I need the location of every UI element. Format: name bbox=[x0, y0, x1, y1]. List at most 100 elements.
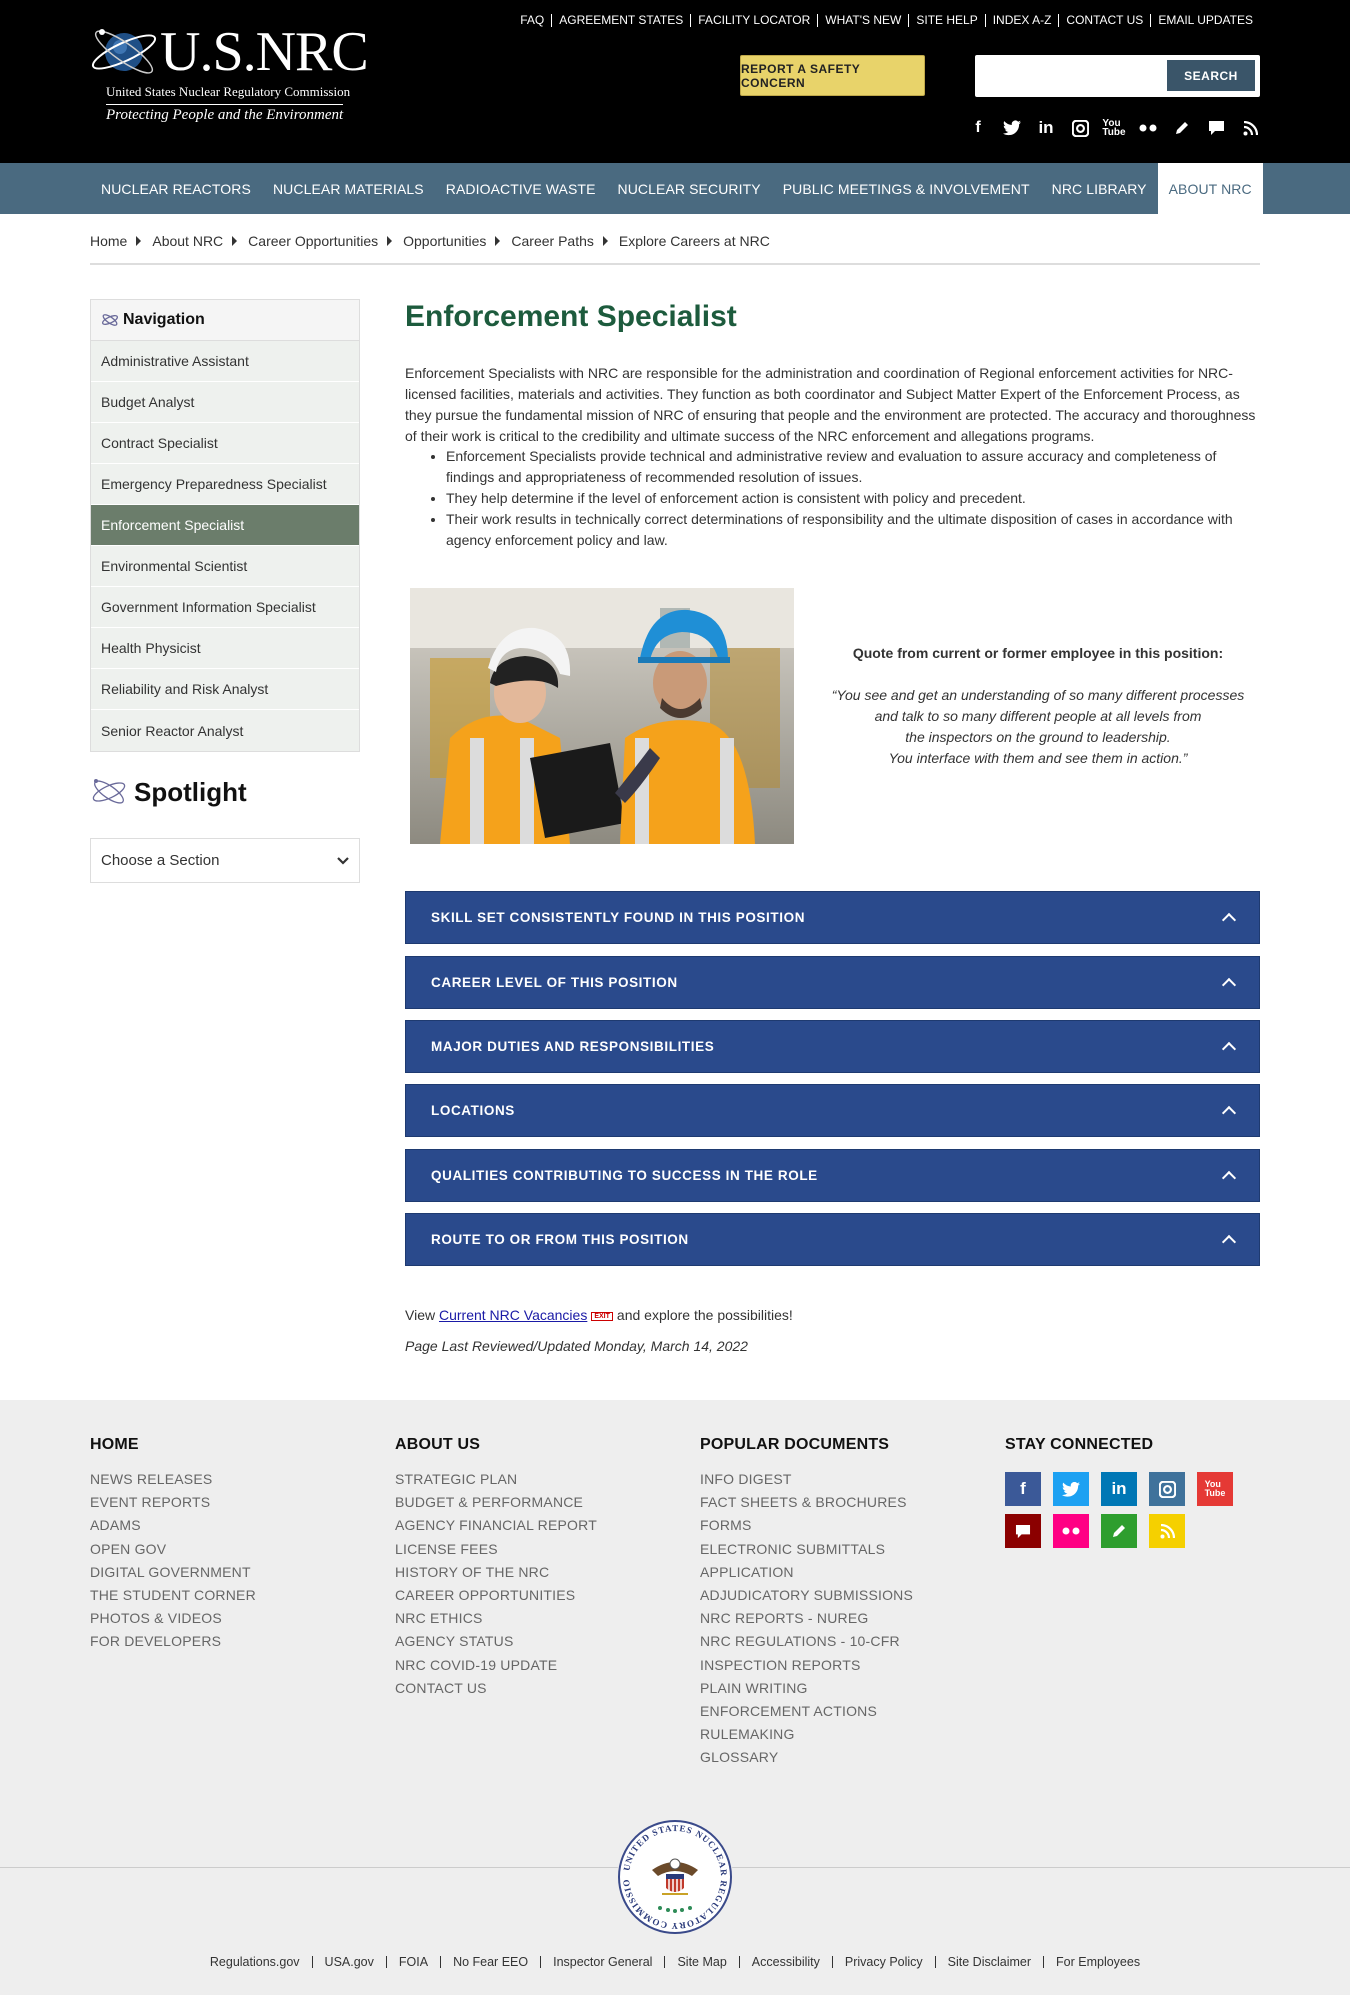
nav-about-nrc[interactable]: ABOUT NRC bbox=[1157, 163, 1263, 214]
accordion-locations[interactable]: LOCATIONS bbox=[405, 1084, 1260, 1137]
footer-link[interactable]: GLOSSARY bbox=[700, 1746, 913, 1769]
sidebar-item-enforcement-specialist[interactable]: Enforcement Specialist bbox=[91, 505, 359, 546]
breadcrumb-career-paths[interactable]: Career Paths bbox=[511, 233, 593, 249]
footer-bottom-link[interactable]: Inspector General bbox=[540, 1956, 664, 1968]
breadcrumb-about-nrc[interactable]: About NRC bbox=[152, 233, 223, 249]
footer-bottom-link[interactable]: For Employees bbox=[1043, 1956, 1152, 1968]
breadcrumb-career-opportunities[interactable]: Career Opportunities bbox=[248, 233, 378, 249]
nrc-logo[interactable]: U.S.NRC United States Nuclear Regulatory… bbox=[90, 20, 369, 125]
footer-link[interactable]: NEWS RELEASES bbox=[90, 1468, 256, 1491]
footer-link[interactable]: NRC REGULATIONS - 10-CFR bbox=[700, 1630, 913, 1653]
utility-link-index[interactable]: INDEX A-Z bbox=[984, 14, 1059, 27]
footer-link[interactable]: THE STUDENT CORNER bbox=[90, 1584, 256, 1607]
footer-bottom-link[interactable]: Site Map bbox=[664, 1956, 738, 1968]
footer-link[interactable]: FACT SHEETS & BROCHURES bbox=[700, 1491, 913, 1514]
utility-link-contact[interactable]: CONTACT US bbox=[1058, 14, 1150, 27]
footer-link[interactable]: NRC COVID-19 UPDATE bbox=[395, 1654, 597, 1677]
linkedin-icon[interactable]: in bbox=[1036, 118, 1056, 138]
footer-link[interactable]: FOR DEVELOPERS bbox=[90, 1630, 256, 1653]
utility-link-facility-locator[interactable]: FACILITY LOCATOR bbox=[690, 14, 817, 27]
footer-bottom-link[interactable]: No Fear EEO bbox=[440, 1956, 540, 1968]
comment-icon[interactable] bbox=[1005, 1514, 1041, 1548]
footer-bottom-link[interactable]: USA.gov bbox=[311, 1956, 386, 1968]
footer-link[interactable]: STRATEGIC PLAN bbox=[395, 1468, 597, 1491]
footer-link[interactable]: EVENT REPORTS bbox=[90, 1491, 256, 1514]
footer-link[interactable]: BUDGET & PERFORMANCE bbox=[395, 1491, 597, 1514]
accordion-route[interactable]: ROUTE TO OR FROM THIS POSITION bbox=[405, 1213, 1260, 1266]
footer-link[interactable]: APPLICATION bbox=[700, 1561, 913, 1584]
footer-link[interactable]: AGENCY FINANCIAL REPORT bbox=[395, 1514, 597, 1537]
nav-nuclear-reactors[interactable]: NUCLEAR REACTORS bbox=[90, 163, 262, 214]
footer-link[interactable]: PHOTOS & VIDEOS bbox=[90, 1607, 256, 1630]
footer-heading[interactable]: POPULAR DOCUMENTS bbox=[700, 1436, 913, 1454]
sidebar-item-budget-analyst[interactable]: Budget Analyst bbox=[91, 382, 359, 423]
sidebar-item-government-information-specialist[interactable]: Government Information Specialist bbox=[91, 587, 359, 628]
footer-link[interactable]: ELECTRONIC SUBMITTALS bbox=[700, 1538, 913, 1561]
facebook-icon[interactable]: f bbox=[968, 118, 988, 138]
utility-link-site-help[interactable]: SITE HELP bbox=[908, 14, 984, 27]
sidebar-item-contract-specialist[interactable]: Contract Specialist bbox=[91, 423, 359, 464]
rss-icon[interactable] bbox=[1149, 1514, 1185, 1548]
footer-link[interactable]: NRC REPORTS - NUREG bbox=[700, 1607, 913, 1630]
report-safety-concern-button[interactable]: REPORT A SAFETY CONCERN bbox=[740, 55, 925, 96]
sidebar-item-administrative-assistant[interactable]: Administrative Assistant bbox=[91, 341, 359, 382]
footer-link[interactable]: HISTORY OF THE NRC bbox=[395, 1561, 597, 1584]
footer-link[interactable]: OPEN GOV bbox=[90, 1538, 256, 1561]
accordion-qualities[interactable]: QUALITIES CONTRIBUTING TO SUCCESS IN THE… bbox=[405, 1149, 1260, 1202]
search-button[interactable]: SEARCH bbox=[1167, 60, 1255, 91]
footer-bottom-link[interactable]: FOIA bbox=[385, 1956, 440, 1968]
footer-link[interactable]: DIGITAL GOVERNMENT bbox=[90, 1561, 256, 1584]
footer-link[interactable]: ADAMS bbox=[90, 1514, 256, 1537]
flickr-icon[interactable] bbox=[1053, 1514, 1089, 1548]
nav-nrc-library[interactable]: NRC LIBRARY bbox=[1041, 163, 1158, 214]
footer-bottom-link[interactable]: Privacy Policy bbox=[831, 1956, 935, 1968]
utility-link-email-updates[interactable]: EMAIL UPDATES bbox=[1150, 14, 1260, 27]
utility-link-whats-new[interactable]: WHAT'S NEW bbox=[817, 14, 908, 27]
accordion-career-level[interactable]: CAREER LEVEL OF THIS POSITION bbox=[405, 956, 1260, 1009]
footer-bottom-link[interactable]: Accessibility bbox=[738, 1956, 832, 1968]
utility-link-faq[interactable]: FAQ bbox=[513, 14, 551, 27]
utility-link-agreement-states[interactable]: AGREEMENT STATES bbox=[551, 14, 690, 27]
footer-link[interactable]: CAREER OPPORTUNITIES bbox=[395, 1584, 597, 1607]
footer-link[interactable]: FORMS bbox=[700, 1514, 913, 1537]
sidebar-item-health-physicist[interactable]: Health Physicist bbox=[91, 628, 359, 669]
footer-heading[interactable]: ABOUT US bbox=[395, 1436, 597, 1454]
youtube-icon[interactable]: You Tube bbox=[1197, 1472, 1233, 1506]
search-input[interactable] bbox=[983, 61, 1178, 91]
sidebar-item-emergency-preparedness[interactable]: Emergency Preparedness Specialist bbox=[91, 464, 359, 505]
footer-link[interactable]: INSPECTION REPORTS bbox=[700, 1654, 913, 1677]
sidebar-item-reliability-risk-analyst[interactable]: Reliability and Risk Analyst bbox=[91, 669, 359, 710]
footer-link[interactable]: CONTACT US bbox=[395, 1677, 597, 1700]
youtube-icon[interactable]: You Tube bbox=[1102, 118, 1125, 138]
pencil-blog-icon[interactable] bbox=[1172, 118, 1192, 138]
nav-nuclear-materials[interactable]: NUCLEAR MATERIALS bbox=[262, 163, 435, 214]
accordion-skill-set[interactable]: SKILL SET CONSISTENTLY FOUND IN THIS POS… bbox=[405, 891, 1260, 944]
footer-link[interactable]: NRC ETHICS bbox=[395, 1607, 597, 1630]
nav-nuclear-security[interactable]: NUCLEAR SECURITY bbox=[607, 163, 772, 214]
sidebar-item-environmental-scientist[interactable]: Environmental Scientist bbox=[91, 546, 359, 587]
nav-radioactive-waste[interactable]: RADIOACTIVE WASTE bbox=[435, 163, 607, 214]
footer-link[interactable]: RULEMAKING bbox=[700, 1723, 913, 1746]
footer-link[interactable]: LICENSE FEES bbox=[395, 1538, 597, 1561]
facebook-icon[interactable]: f bbox=[1005, 1472, 1041, 1506]
accordion-major-duties[interactable]: MAJOR DUTIES AND RESPONSIBILITIES bbox=[405, 1020, 1260, 1073]
nav-public-meetings[interactable]: PUBLIC MEETINGS & INVOLVEMENT bbox=[772, 163, 1041, 214]
breadcrumb-home[interactable]: Home bbox=[90, 233, 127, 249]
breadcrumb-explore-careers[interactable]: Explore Careers at NRC bbox=[619, 233, 770, 249]
sidebar-item-senior-reactor-analyst[interactable]: Senior Reactor Analyst bbox=[91, 710, 359, 751]
instagram-icon[interactable] bbox=[1070, 118, 1090, 138]
rss-icon[interactable] bbox=[1240, 118, 1260, 138]
instagram-icon[interactable] bbox=[1149, 1472, 1185, 1506]
breadcrumb-opportunities[interactable]: Opportunities bbox=[403, 233, 486, 249]
footer-bottom-link[interactable]: Site Disclaimer bbox=[934, 1956, 1043, 1968]
pencil-blog-icon[interactable] bbox=[1101, 1514, 1137, 1548]
twitter-icon[interactable] bbox=[1002, 118, 1022, 138]
twitter-icon[interactable] bbox=[1053, 1472, 1089, 1506]
footer-link[interactable]: PLAIN WRITING bbox=[700, 1677, 913, 1700]
footer-heading[interactable]: HOME bbox=[90, 1436, 256, 1454]
comment-icon[interactable] bbox=[1206, 118, 1226, 138]
footer-bottom-link[interactable]: Regulations.gov bbox=[198, 1956, 312, 1969]
footer-link[interactable]: INFO DIGEST bbox=[700, 1468, 913, 1491]
footer-link[interactable]: AGENCY STATUS bbox=[395, 1630, 597, 1653]
choose-section-select[interactable]: Choose a Section bbox=[90, 838, 360, 883]
